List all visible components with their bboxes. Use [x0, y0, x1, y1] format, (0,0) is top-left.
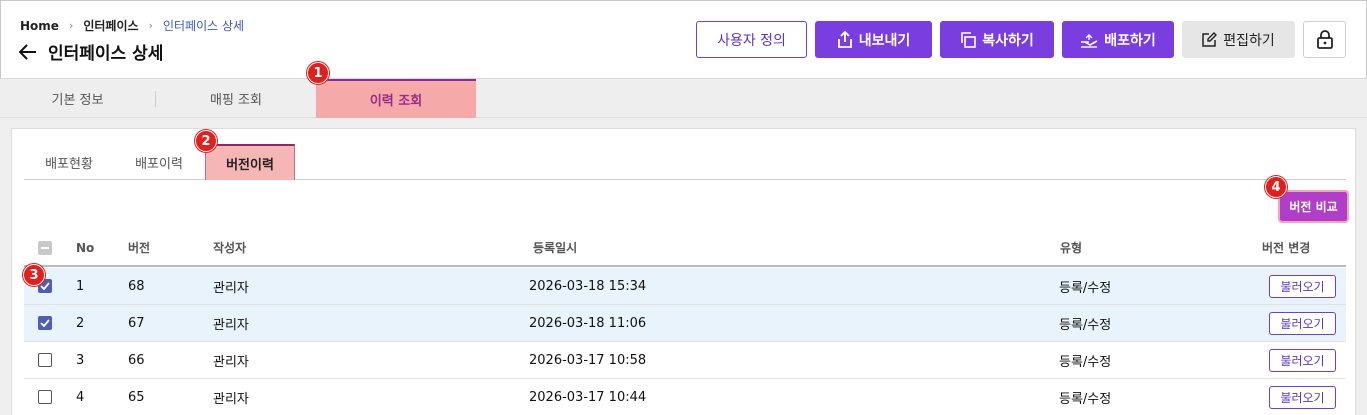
cell-author: 관리자 — [213, 391, 249, 407]
cell-version: 67 — [128, 315, 145, 331]
version-compare-button[interactable]: 버전 비교 — [1278, 190, 1349, 223]
cell-date: 2026-03-17 10:44 — [529, 389, 647, 405]
load-version-button[interactable]: 불러오기 — [1269, 348, 1336, 372]
deploy-label: 배포하기 — [1104, 32, 1156, 49]
copy-label: 복사하기 — [982, 32, 1034, 49]
cell-author: 관리자 — [213, 354, 249, 370]
header-date: 등록일시 — [533, 241, 578, 255]
header-version: 버전 — [128, 241, 151, 255]
cell-author: 관리자 — [213, 317, 249, 333]
row-checkbox[interactable] — [38, 316, 52, 330]
lock-button[interactable] — [1303, 21, 1346, 58]
define-user-button[interactable]: 사용자 정의 — [696, 21, 807, 58]
table-row[interactable]: 4 65 관리자 2026-03-17 10:44 등록/수정 불러오기 — [24, 379, 1346, 415]
chevron-right-icon: › — [148, 19, 153, 32]
breadcrumb: Home › 인터페이스 › 인터페이스 상세 — [20, 17, 244, 34]
lock-icon — [1316, 30, 1333, 49]
cell-no: 4 — [76, 389, 85, 405]
table-row[interactable]: 3 66 관리자 2026-03-17 10:58 등록/수정 불러오기 — [24, 342, 1346, 379]
annotation-marker-2: 2 — [195, 130, 217, 152]
export-label: 내보내기 — [858, 32, 911, 49]
cell-date: 2026-03-17 10:58 — [529, 352, 647, 368]
deploy-button[interactable]: 배포하기 — [1062, 21, 1174, 58]
cell-author: 관리자 — [213, 280, 249, 296]
breadcrumb-current: 인터페이스 상세 — [162, 19, 245, 33]
row-checkbox[interactable] — [38, 390, 52, 404]
cell-version: 68 — [128, 278, 145, 294]
load-version-button[interactable]: 불러오기 — [1269, 274, 1336, 298]
action-toolbar: 사용자 정의 내보내기 복사하기 배포하기 편집하기 — [696, 21, 1346, 58]
subtab-deploy-status[interactable]: 배포현황 — [24, 144, 114, 180]
header-version-change: 버전 변경 — [1262, 241, 1311, 255]
cell-no: 2 — [76, 315, 85, 331]
edit-icon — [1202, 32, 1218, 47]
export-button[interactable]: 내보내기 — [815, 21, 932, 58]
table-header-row: No 버전 작성자 등록일시 유형 버전 변경 — [24, 230, 1346, 267]
annotation-marker-4: 4 — [1265, 176, 1287, 198]
main-tab-bar: 기본 정보 매핑 조회 이력 조회 — [0, 79, 1367, 118]
subtab-version-history[interactable]: 버전이력 — [205, 144, 295, 180]
cell-type: 등록/수정 — [1059, 391, 1112, 407]
breadcrumb-home[interactable]: Home — [20, 19, 59, 33]
select-all-checkbox[interactable] — [38, 240, 52, 255]
copy-icon — [960, 31, 977, 48]
cell-type: 등록/수정 — [1059, 317, 1112, 333]
tab-divider — [155, 91, 156, 107]
load-version-button[interactable]: 불러오기 — [1269, 311, 1336, 335]
sub-tab-bar: 배포현황 배포이력 버전이력 — [24, 144, 1346, 180]
annotation-marker-1: 1 — [307, 62, 329, 84]
row-checkbox[interactable] — [38, 353, 52, 367]
header-no: No — [76, 240, 95, 255]
deploy-icon — [1080, 32, 1098, 48]
breadcrumb-interface[interactable]: 인터페이스 — [83, 17, 138, 34]
header-type: 유형 — [1060, 241, 1083, 255]
back-arrow-icon[interactable] — [18, 42, 38, 62]
cell-no: 1 — [76, 278, 85, 294]
cell-type: 등록/수정 — [1059, 354, 1112, 370]
header-author: 작성자 — [213, 241, 247, 255]
cell-version: 66 — [128, 352, 145, 368]
tab-history-view[interactable]: 이력 조회 — [316, 79, 476, 118]
chevron-right-icon: › — [68, 19, 74, 32]
cell-no: 3 — [76, 352, 85, 368]
copy-button[interactable]: 복사하기 — [940, 21, 1054, 58]
load-version-button[interactable]: 불러오기 — [1269, 385, 1336, 409]
tab-basic-info[interactable]: 기본 정보 — [0, 79, 155, 118]
cell-type: 등록/수정 — [1059, 280, 1112, 296]
subtab-deploy-history[interactable]: 배포이력 — [114, 144, 204, 180]
table-row[interactable]: 1 68 관리자 2026-03-18 15:34 등록/수정 불러오기 — [24, 268, 1346, 305]
export-icon — [837, 31, 853, 48]
cell-date: 2026-03-18 11:06 — [529, 315, 647, 331]
annotation-marker-3: 3 — [23, 264, 45, 286]
tab-mapping-view[interactable]: 매핑 조회 — [157, 79, 315, 118]
page-title: 인터페이스 상세 — [48, 44, 164, 64]
cell-date: 2026-03-18 15:34 — [529, 278, 647, 294]
edit-button[interactable]: 편집하기 — [1182, 21, 1295, 58]
page-header: Home › 인터페이스 › 인터페이스 상세 인터페이스 상세 사용자 정의 … — [0, 0, 1367, 79]
edit-label: 편집하기 — [1223, 32, 1275, 49]
define-user-label: 사용자 정의 — [717, 32, 786, 49]
table-row[interactable]: 2 67 관리자 2026-03-18 11:06 등록/수정 불러오기 — [24, 305, 1346, 342]
cell-version: 65 — [128, 389, 145, 405]
